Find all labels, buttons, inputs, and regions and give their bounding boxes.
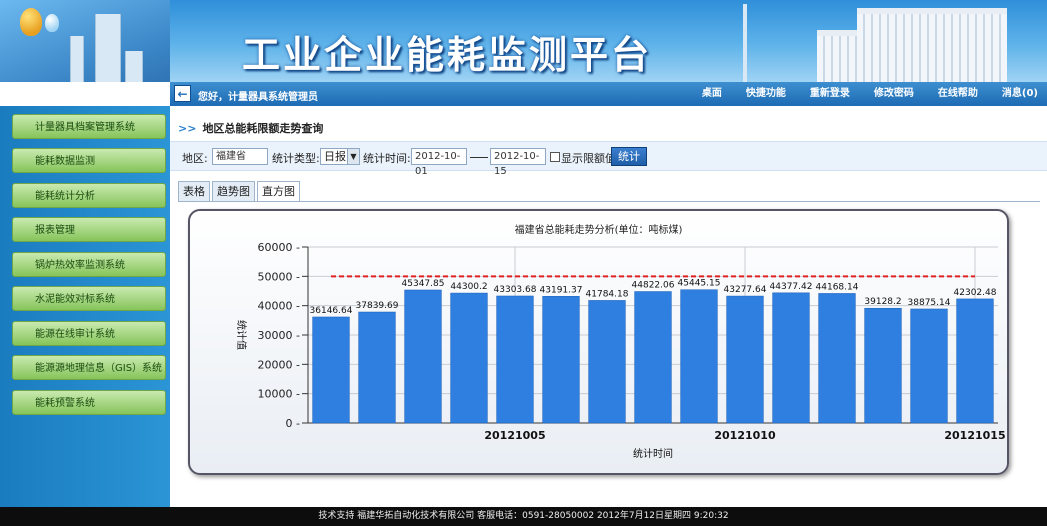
stat-time-label: 统计时间: (363, 152, 411, 165)
building-icon (125, 51, 143, 82)
y-tick-label: 40000 - (258, 300, 300, 313)
top-nav-bar: ← 您好，计量器具系统管理员 桌面 快捷功能 重新登录 修改密码 在线帮助 消息… (170, 82, 1047, 106)
stat-type-value: 日报 (324, 150, 346, 163)
bar-value-label: 45347.85 (402, 279, 445, 289)
bar-value-label: 43191.37 (540, 285, 583, 295)
bar-value-label: 42302.48 (954, 288, 997, 298)
bar (726, 295, 764, 424)
bar-value-label: 39128.2 (864, 297, 901, 307)
bar (404, 289, 442, 424)
chart-panel: 福建省总能耗走势分析(单位：吨标煤) 0 -10000 -20000 -3000… (188, 209, 1009, 475)
footer: 技术支持 福建华拓自动化技术有限公司 客服电话：0591-28050002 20… (0, 507, 1047, 526)
tab-histogram[interactable]: 直方图 (257, 181, 300, 202)
bar-value-label: 45445.15 (678, 279, 721, 289)
nav-desktop-link[interactable]: 桌面 (693, 82, 731, 106)
bar (680, 289, 718, 424)
sidebar-item-energy-audit[interactable]: 能源在线审计系统 (12, 321, 166, 346)
nav-shortcuts-link[interactable]: 快捷功能 (737, 82, 795, 106)
bar (450, 292, 488, 424)
bar-value-label: 44822.06 (632, 281, 675, 291)
sidebar-item-cement-benchmark[interactable]: 水泥能效对标系统 (12, 286, 166, 311)
page-title: >> 地区总能耗限额走势查询 (178, 120, 323, 136)
nav-links: 桌面 快捷功能 重新登录 修改密码 在线帮助 消息(0) (687, 82, 1047, 106)
balloon-icon (45, 14, 59, 32)
tower-icon (70, 36, 84, 82)
nav-help-link[interactable]: 在线帮助 (929, 82, 987, 106)
bar (772, 292, 810, 424)
sidebar-item-energy-warning[interactable]: 能耗预警系统 (12, 390, 166, 415)
y-tick-label: 50000 - (258, 270, 300, 283)
y-tick-label: 60000 - (258, 241, 300, 254)
statistics-button[interactable]: 统计 (611, 147, 647, 166)
sidebar: 计量器具档案管理系统 能耗数据监测 能耗统计分析 报表管理 锅炉热效率监测系统 … (0, 106, 170, 507)
skyscraper-icon (95, 14, 121, 82)
show-limit-checkbox[interactable] (550, 152, 560, 162)
sidebar-item-energy-statistics[interactable]: 能耗统计分析 (12, 183, 166, 208)
back-arrow-icon[interactable]: ← (174, 85, 191, 102)
nav-change-password-link[interactable]: 修改密码 (865, 82, 923, 106)
bar (910, 308, 948, 424)
nav-relogin-link[interactable]: 重新登录 (801, 82, 859, 106)
page-title-text: 地区总能耗限额走势查询 (202, 122, 324, 135)
balloon-icon (20, 8, 42, 36)
bar-value-label: 41784.18 (586, 289, 629, 299)
region-label: 地区: (182, 152, 208, 165)
end-date-field[interactable]: 2012-10-15 (490, 148, 546, 177)
y-axis-label: 统计值 (235, 320, 248, 350)
view-tabs: 表格 趋势图 直方图 (178, 181, 302, 202)
bar-value-label: 44377.42 (770, 282, 813, 292)
sidebar-item-gis[interactable]: 能源源地理信息（GIS）系统 (12, 355, 166, 380)
stat-type-label: 统计类型: (272, 152, 320, 165)
bar (312, 316, 350, 424)
region-field[interactable]: 福建省 (212, 148, 268, 165)
bar (496, 295, 534, 424)
bar (956, 298, 994, 424)
x-axis-label: 统计时间 (633, 447, 673, 460)
bar-value-label: 43303.68 (494, 285, 537, 295)
x-tick-label: 20121010 (714, 429, 776, 442)
y-tick-label: 30000 - (258, 329, 300, 342)
bar (358, 311, 396, 424)
bar-value-label: 36146.64 (310, 306, 353, 316)
histogram-chart: 0 - 10000 - 20000 - 30000 - 40000 - 50000 - 60… (235, 241, 1006, 460)
double-chevron-icon: >> (178, 122, 197, 135)
x-tick-label: 20121005 (484, 429, 545, 442)
government-building-icon (857, 8, 1007, 82)
sidebar-item-boiler-efficiency[interactable]: 锅炉热效率监测系统 (12, 252, 166, 277)
welcome-text: 您好，计量器具系统管理员 (198, 92, 318, 103)
app-header: 工业企业能耗监测平台 (0, 0, 1047, 82)
chevron-down-icon[interactable]: ▼ (347, 149, 359, 164)
y-tick-label: 0 - (286, 417, 300, 430)
nav-messages-link[interactable]: 消息(0) (993, 82, 1047, 106)
app-title: 工业企业能耗监测平台 (242, 33, 653, 77)
sidebar-item-reports[interactable]: 报表管理 (12, 217, 166, 242)
bar (542, 296, 580, 424)
bar-value-label: 44168.14 (816, 282, 859, 292)
bar (864, 307, 902, 424)
bar-value-label: 43277.64 (724, 285, 767, 295)
show-limit-label: 显示限额值 (561, 152, 616, 165)
y-tick-label: 10000 - (258, 388, 300, 401)
date-range-separator (470, 157, 488, 158)
tab-table[interactable]: 表格 (178, 181, 210, 201)
start-date-field[interactable]: 2012-10-01 (411, 148, 467, 177)
bar (634, 291, 672, 424)
bar-value-label: 38875.14 (908, 298, 951, 308)
tab-trend[interactable]: 趋势图 (212, 181, 255, 201)
x-tick-label: 20121015 (944, 429, 1005, 442)
header-banner-image (0, 0, 170, 82)
spire-icon (743, 4, 747, 82)
tab-divider (178, 201, 1040, 202)
sidebar-item-energy-monitoring[interactable]: 能耗数据监测 (12, 148, 166, 173)
y-tick-label: 20000 - (258, 358, 300, 371)
stat-type-select[interactable]: 日报 ▼ (320, 148, 360, 165)
bar (818, 293, 856, 424)
bar-value-label: 37839.69 (356, 301, 399, 311)
main-content: >> 地区总能耗限额走势查询 地区: 福建省 统计类型: 日报 ▼ 统计时间: 2… (170, 106, 1047, 507)
sidebar-item-meter-archive[interactable]: 计量器具档案管理系统 (12, 114, 166, 139)
bar-value-label: 44300.2 (450, 282, 487, 292)
bar (588, 300, 626, 424)
filter-bar: 地区: 福建省 统计类型: 日报 ▼ 统计时间: 2012-10-01 2012… (170, 141, 1047, 177)
